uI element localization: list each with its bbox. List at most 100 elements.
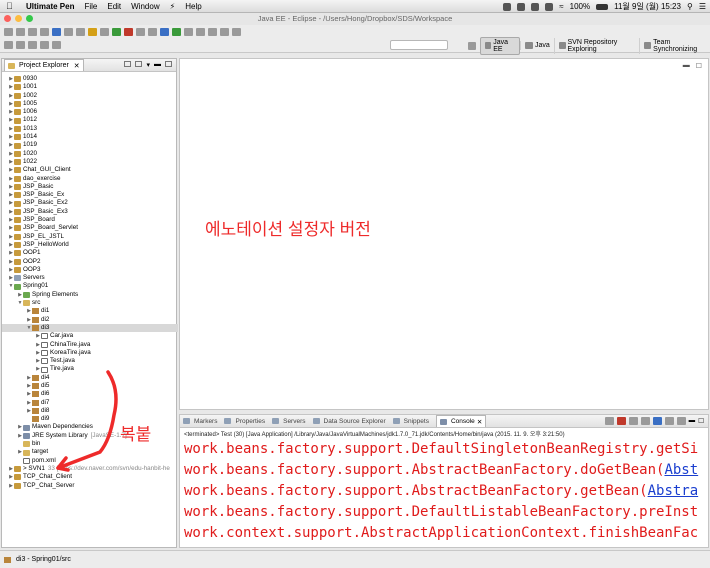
tree-item[interactable]: ▼ di3 [2,323,178,333]
tree-item[interactable]: ▶ di1 [2,307,178,315]
display-console-icon[interactable] [664,417,674,425]
tree-item[interactable]: ▶ 1013 [2,125,178,133]
next-annotation-icon[interactable] [28,41,37,49]
prev-annotation-icon[interactable] [16,41,25,49]
tab-properties[interactable]: Properties [224,418,265,425]
app-menu[interactable]: Ultimate Pen [26,2,74,11]
tree-item[interactable]: ▼ Spring01 [2,282,178,290]
tree-item[interactable]: ▶ JSP_Basic_Ex [2,191,178,199]
tree-item[interactable]: ▶ OOP3 [2,266,178,274]
server-stop-icon[interactable] [124,27,133,36]
console-source-link[interactable]: Abst [664,462,698,478]
console-source-link[interactable]: Abstra [648,483,699,499]
tree-item[interactable]: ▶ Spring Elements [2,291,178,299]
battery-icon[interactable] [596,3,609,10]
tree-item[interactable]: ▶ di2 [2,316,178,324]
external-tools-icon[interactable] [196,27,205,36]
remove-launch-icon[interactable] [616,417,626,425]
new-icon[interactable] [4,27,13,36]
tree-item[interactable]: ▶ JSP_Basic_Ex3 [2,208,178,216]
forward-icon[interactable] [52,41,61,49]
publish-icon[interactable] [136,27,145,36]
minimize-window-icon[interactable] [15,15,22,22]
close-window-icon[interactable] [4,15,11,22]
menu-help[interactable]: Help [185,2,201,11]
maximize-editor-icon[interactable]: ☐ [696,62,702,70]
tree-item[interactable]: ▶ JSP_Basic_Ex2 [2,199,178,207]
tree-item[interactable]: ▶ Chat_GUI_Client [2,166,178,174]
pin-console-icon[interactable] [652,417,662,425]
toggle-icon[interactable] [64,27,73,36]
tree-item[interactable]: ▶ Car.java [2,332,178,340]
tree-item[interactable]: ▶ 1002 [2,92,178,100]
menu-window[interactable]: Window [131,2,159,11]
tab-servers[interactable]: Servers [272,418,306,425]
tree-item[interactable]: ▶ dao_exercise [2,175,178,183]
scroll-lock-icon[interactable] [640,417,650,425]
perspective-team-sync[interactable]: Team Synchronizing [639,37,710,54]
tree-item[interactable]: ▶ 1012 [2,116,178,124]
tree-item[interactable]: ▶ KoreaTire.java [2,349,178,357]
pin-icon[interactable] [4,41,13,49]
mark-icon[interactable] [76,27,85,36]
tree-item[interactable]: ▶ 0930 [2,75,178,83]
quick-access-input[interactable] [390,40,448,50]
console-source-link[interactable]: Abstr [656,546,698,547]
perspective-java-ee[interactable]: Java EE [479,36,520,55]
cloud-icon[interactable] [545,2,554,11]
wizard-icon[interactable] [88,27,97,36]
open-perspective-icon[interactable] [468,41,476,50]
perspective-java[interactable]: Java [520,41,554,50]
dropbox-icon[interactable] [517,2,526,11]
minimize-view-icon[interactable]: ▬ [154,61,161,69]
notification-icon[interactable]: ☰ [699,2,706,11]
bolt-icon[interactable]: ⚡ [170,2,176,11]
clear-console-icon[interactable] [628,417,638,425]
minimize-console-icon[interactable]: ▬ [689,417,696,425]
menu-edit[interactable]: Edit [107,2,121,11]
menu-file[interactable]: File [84,2,97,11]
tree-item[interactable]: ▶ OOP2 [2,258,178,266]
tree-item[interactable]: ▶ OOP1 [2,249,178,257]
perspective-svn[interactable]: SVN Repository Exploring [553,37,640,54]
zoom-window-icon[interactable] [26,15,33,22]
maximize-console-icon[interactable]: ☐ [698,417,704,425]
tree-item[interactable]: ▼ src [2,299,178,307]
run-icon[interactable] [172,27,181,36]
tree-item[interactable]: ▶ Servers [2,274,178,282]
tab-console[interactable]: Console ✕ [435,415,487,427]
close-tab-icon[interactable]: ✕ [74,62,80,70]
tree-item[interactable]: ▶ JSP_EL_JSTL [2,233,178,241]
nav-back-icon[interactable] [220,27,229,36]
status-app-icon[interactable] [503,2,512,11]
tree-item[interactable]: ▶ JSP_HelloWorld [2,241,178,249]
tab-data-source-explorer[interactable]: Data Source Explorer [312,418,386,425]
search-toolbar-icon[interactable] [208,27,217,36]
tree-item[interactable]: ▶ 1019 [2,141,178,149]
coverage-icon[interactable] [184,27,193,36]
tree-item[interactable]: ▶ 1014 [2,133,178,141]
tab-markers[interactable]: Markers [183,418,217,425]
print-icon[interactable] [28,27,37,36]
wifi-icon[interactable]: ≈ [559,2,563,11]
back-icon[interactable] [40,41,49,49]
apple-icon[interactable]:  [6,1,16,11]
ant-icon[interactable] [148,27,157,36]
tree-item[interactable]: ▶ 1001 [2,83,178,91]
nav-forward-icon[interactable] [232,27,241,36]
collapse-all-icon[interactable] [124,61,132,67]
tree-item[interactable]: ▶ 1006 [2,108,178,116]
debug-icon[interactable] [160,27,169,36]
tree-item[interactable]: ▶ JSP_Board_Servlet [2,224,178,232]
clock[interactable]: 11월 9일 (월) 15:23 [614,1,681,12]
tab-snippets[interactable]: Snippets [392,418,429,425]
tree-item[interactable]: ▶ TCP_Chat_Server [2,482,178,490]
tree-item[interactable]: ▶ 1022 [2,158,178,166]
view-menu-icon[interactable]: ▾ [146,61,150,69]
search-icon[interactable]: ⚲ [687,2,693,11]
tree-item[interactable]: ▶ JSP_Board [2,216,178,224]
tab-project-explorer[interactable]: Project Explorer ✕ [4,59,84,71]
tool-icon[interactable] [100,27,109,36]
server-start-icon[interactable] [112,27,121,36]
tree-item[interactable]: ▶ JSP_Basic [2,183,178,191]
